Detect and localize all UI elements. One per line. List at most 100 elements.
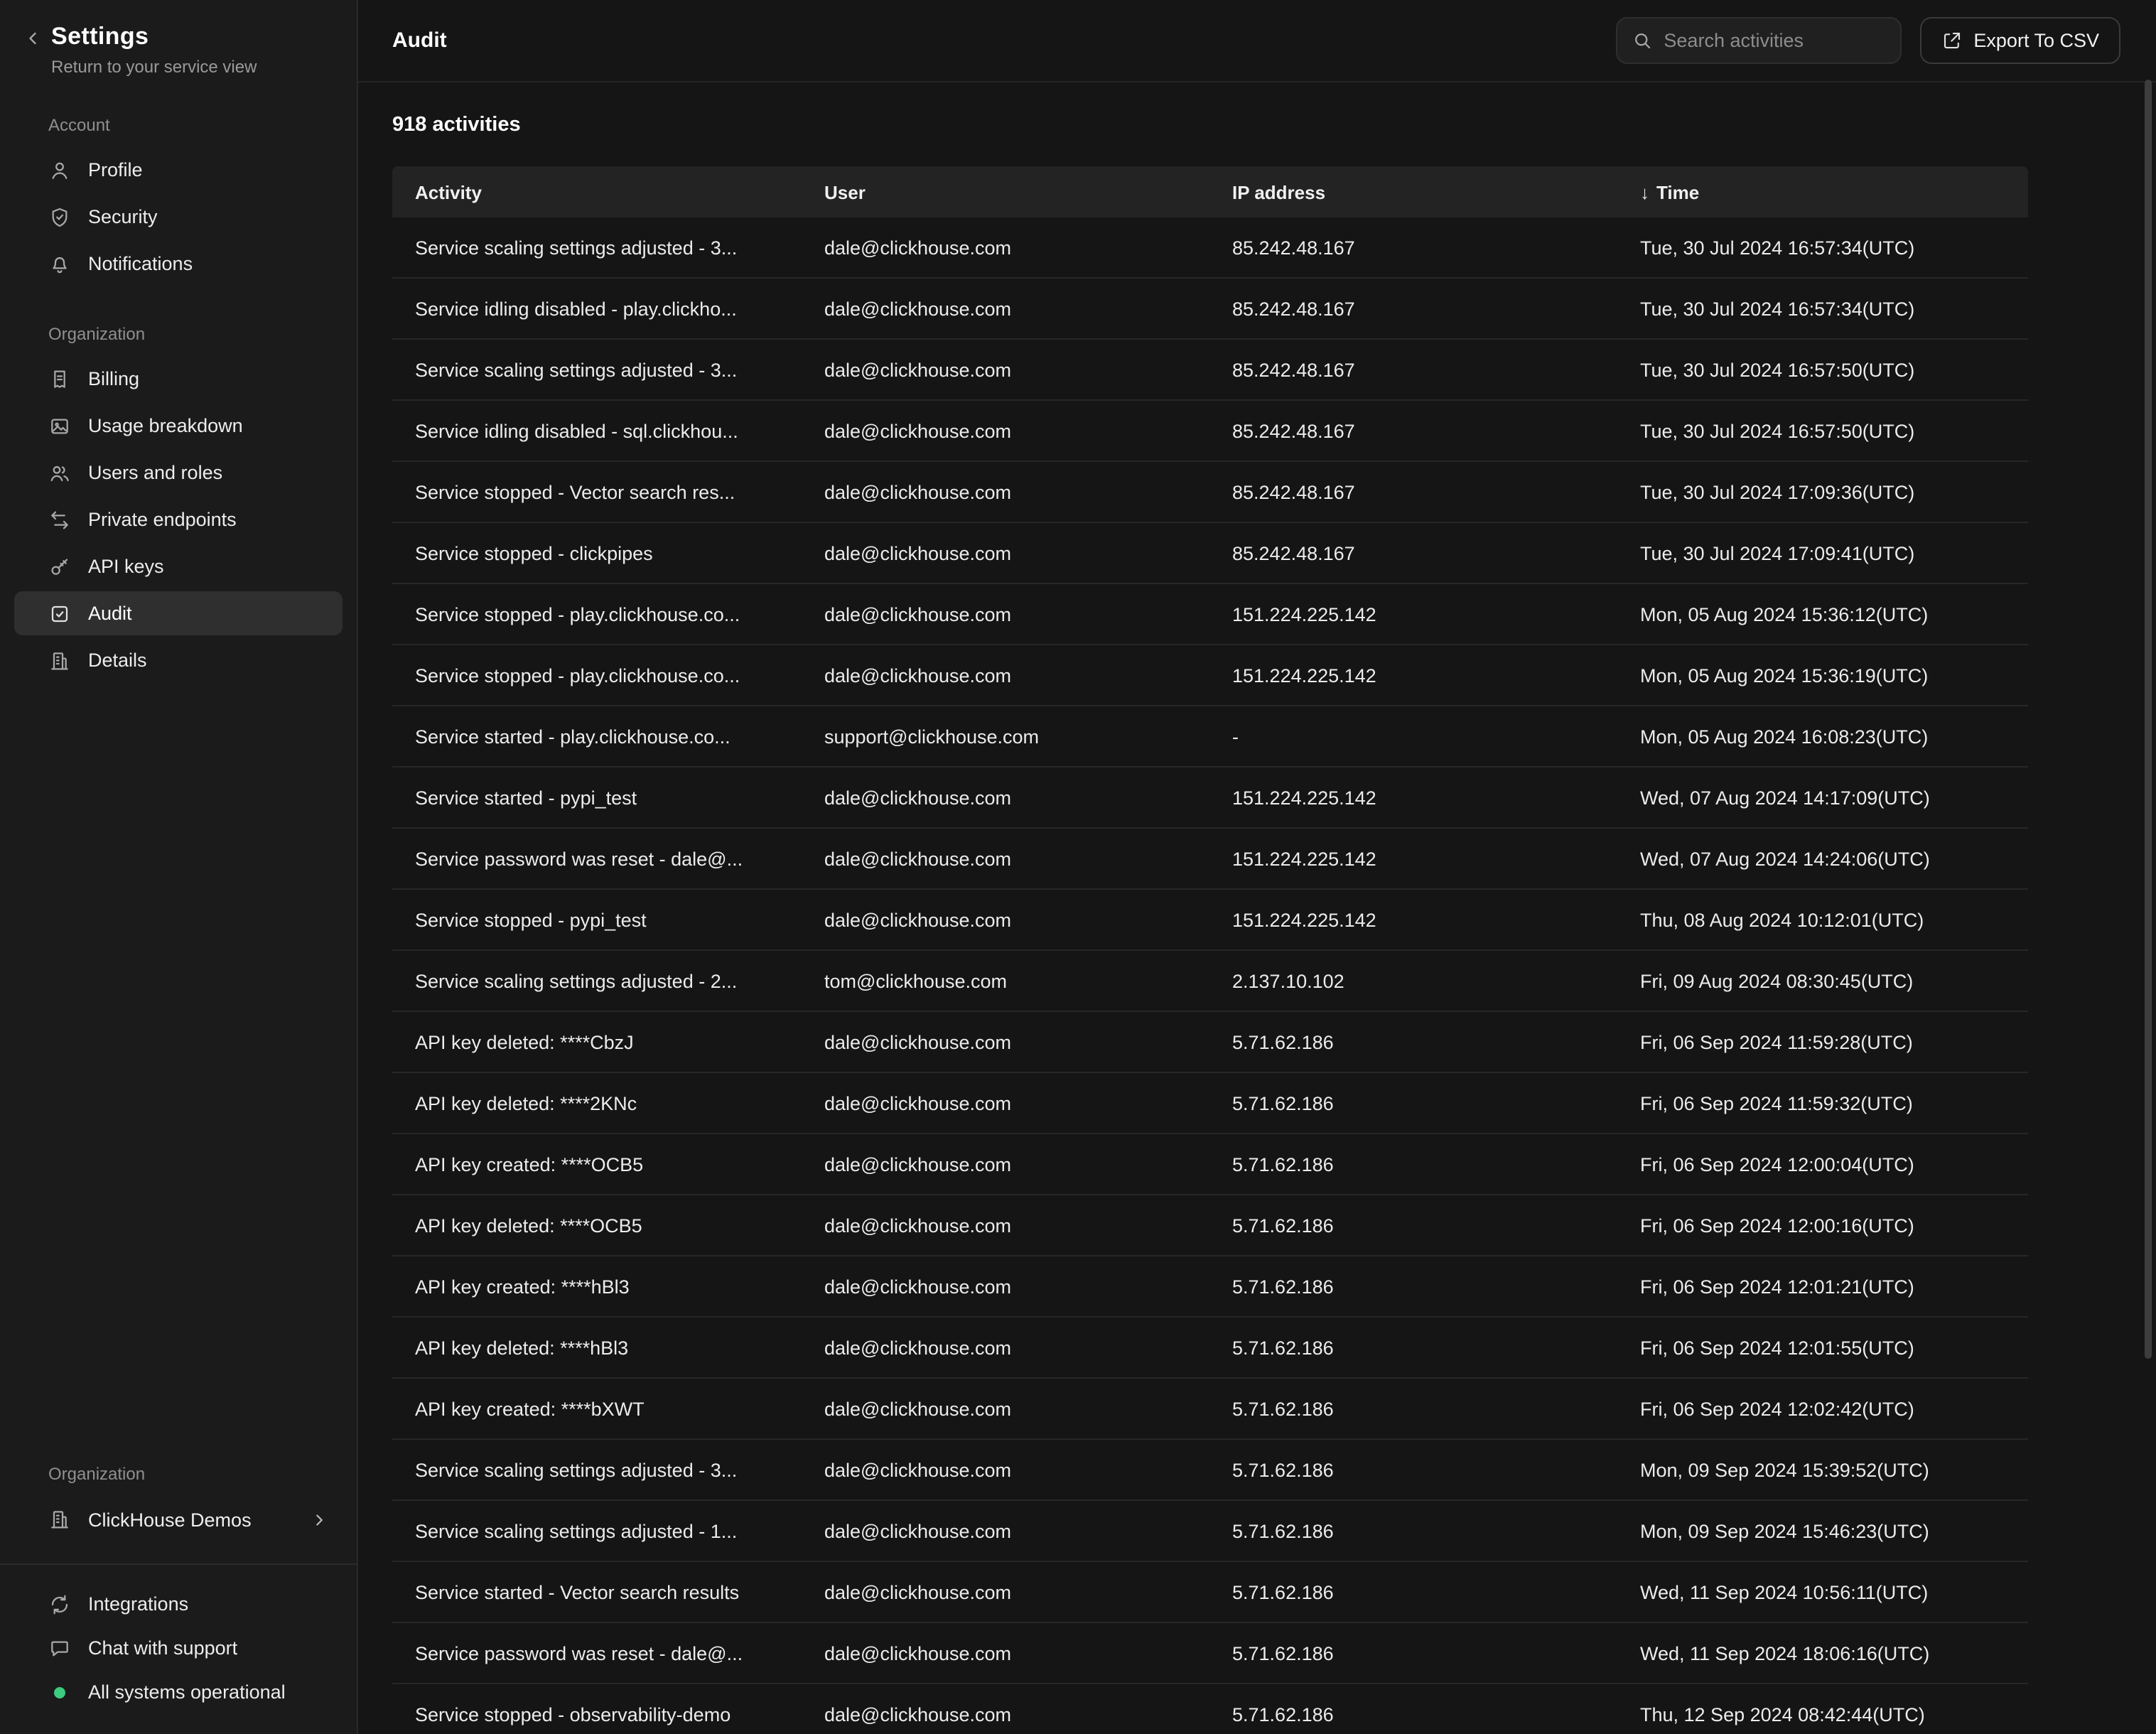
cell-ip-address: 5.71.62.186: [1232, 1520, 1640, 1541]
sidebar-item-label: Details: [88, 650, 147, 671]
usage-chart-icon: [48, 414, 71, 437]
cell-time: Tue, 30 Jul 2024 16:57:34(UTC): [1640, 237, 2028, 258]
cell-time: Wed, 07 Aug 2024 14:24:06(UTC): [1640, 848, 2028, 869]
cell-time: Thu, 08 Aug 2024 10:12:01(UTC): [1640, 909, 2028, 930]
cell-ip-address: 85.242.48.167: [1232, 359, 1640, 380]
receipt-icon: [48, 367, 71, 390]
org-switcher-label: Organization: [48, 1464, 331, 1484]
table-row[interactable]: Service stopped - Vector search res... d…: [392, 462, 2028, 523]
cell-user: dale@clickhouse.com: [824, 1337, 1232, 1358]
cell-user: dale@clickhouse.com: [824, 1642, 1232, 1664]
sidebar-subtitle[interactable]: Return to your service view: [51, 57, 257, 77]
sidebar-item-users-and-roles[interactable]: Users and roles: [14, 451, 343, 495]
cell-time: Tue, 30 Jul 2024 16:57:50(UTC): [1640, 420, 2028, 441]
table-row[interactable]: Service scaling settings adjusted - 3...…: [392, 340, 2028, 401]
table-row[interactable]: API key deleted: ****2KNc dale@clickhous…: [392, 1073, 2028, 1134]
scrollbar-thumb[interactable]: [2145, 80, 2152, 1359]
table-row[interactable]: Service password was reset - dale@... da…: [392, 1623, 2028, 1684]
table-row[interactable]: Service stopped - observability-demo dal…: [392, 1684, 2028, 1734]
cell-activity: API key deleted: ****CbzJ: [415, 1031, 824, 1052]
table-row[interactable]: Service started - Vector search results …: [392, 1562, 2028, 1623]
sidebar-item-integrations[interactable]: Integrations: [14, 1582, 343, 1626]
cell-activity: Service started - play.clickhouse.co...: [415, 726, 824, 747]
cell-user: support@clickhouse.com: [824, 726, 1232, 747]
search-icon: [1631, 30, 1652, 51]
cell-ip-address: 85.242.48.167: [1232, 298, 1640, 319]
sidebar-spacer: [0, 682, 357, 1464]
table-row[interactable]: Service scaling settings adjusted - 1...…: [392, 1501, 2028, 1562]
table-row[interactable]: API key created: ****hBl3 dale@clickhous…: [392, 1256, 2028, 1318]
account-nav: Profile Security Notifications: [0, 148, 357, 286]
table-row[interactable]: Service scaling settings adjusted - 3...…: [392, 1440, 2028, 1501]
cell-user: dale@clickhouse.com: [824, 1276, 1232, 1297]
sidebar-item-profile[interactable]: Profile: [14, 148, 343, 192]
main-panel: Audit Export To CSV 918 activities: [358, 0, 2156, 1734]
column-header-activity[interactable]: Activity: [415, 181, 824, 203]
sidebar-item-billing[interactable]: Billing: [14, 357, 343, 401]
cell-activity: Service started - Vector search results: [415, 1581, 824, 1603]
column-header-time[interactable]: ↓ Time: [1640, 181, 2028, 203]
search-input-wrapper[interactable]: [1615, 17, 1901, 64]
sidebar-item-audit[interactable]: Audit: [14, 591, 343, 635]
cell-user: dale@clickhouse.com: [824, 1581, 1232, 1603]
table-row[interactable]: API key deleted: ****hBl3 dale@clickhous…: [392, 1318, 2028, 1379]
system-status[interactable]: All systems operational: [14, 1670, 343, 1714]
cell-user: dale@clickhouse.com: [824, 420, 1232, 441]
cell-time: Fri, 06 Sep 2024 11:59:28(UTC): [1640, 1031, 2028, 1052]
chevron-left-icon: [23, 28, 43, 48]
table-row[interactable]: Service idling disabled - play.clickho..…: [392, 279, 2028, 340]
section-label-organization: Organization: [48, 324, 331, 344]
sidebar-item-label: Billing: [88, 368, 139, 389]
column-header-user[interactable]: User: [824, 181, 1232, 203]
sidebar-item-security[interactable]: Security: [14, 195, 343, 239]
cell-activity: API key deleted: ****OCB5: [415, 1215, 824, 1236]
cell-time: Fri, 06 Sep 2024 12:02:42(UTC): [1640, 1398, 2028, 1419]
user-icon: [48, 158, 71, 181]
table-row[interactable]: Service started - play.clickhouse.co... …: [392, 706, 2028, 768]
cell-activity: API key deleted: ****2KNc: [415, 1092, 824, 1114]
table-row[interactable]: API key deleted: ****OCB5 dale@clickhous…: [392, 1195, 2028, 1256]
org-switcher[interactable]: ClickHouse Demos: [14, 1497, 343, 1542]
column-header-ip-address[interactable]: IP address: [1232, 181, 1640, 203]
export-csv-button[interactable]: Export To CSV: [1919, 17, 2120, 64]
cell-activity: Service stopped - observability-demo: [415, 1703, 824, 1725]
column-header-time-label: Time: [1656, 181, 1699, 203]
table-row[interactable]: Service idling disabled - sql.clickhou..…: [392, 401, 2028, 462]
table-row[interactable]: Service scaling settings adjusted - 2...…: [392, 951, 2028, 1012]
sidebar-item-api-keys[interactable]: API keys: [14, 544, 343, 588]
cell-activity: Service stopped - play.clickhouse.co...: [415, 664, 824, 686]
table-row[interactable]: Service started - pypi_test dale@clickho…: [392, 768, 2028, 829]
cell-time: Fri, 06 Sep 2024 12:00:16(UTC): [1640, 1215, 2028, 1236]
cell-activity: Service stopped - Vector search res...: [415, 481, 824, 502]
cell-user: dale@clickhouse.com: [824, 542, 1232, 564]
table-row[interactable]: Service scaling settings adjusted - 3...…: [392, 217, 2028, 279]
table-row[interactable]: Service stopped - play.clickhouse.co... …: [392, 584, 2028, 645]
cell-time: Mon, 09 Sep 2024 15:39:52(UTC): [1640, 1459, 2028, 1480]
table-row[interactable]: Service password was reset - dale@... da…: [392, 829, 2028, 890]
table-row[interactable]: Service stopped - play.clickhouse.co... …: [392, 645, 2028, 706]
cell-activity: Service password was reset - dale@...: [415, 848, 824, 869]
sidebar-item-details[interactable]: Details: [14, 638, 343, 682]
cell-user: dale@clickhouse.com: [824, 909, 1232, 930]
table-row[interactable]: Service stopped - clickpipes dale@clickh…: [392, 523, 2028, 584]
cell-ip-address: 151.224.225.142: [1232, 664, 1640, 686]
cell-time: Wed, 11 Sep 2024 18:06:16(UTC): [1640, 1642, 2028, 1664]
search-input[interactable]: [1664, 30, 1885, 51]
audit-check-icon: [48, 602, 71, 625]
sidebar-item-notifications[interactable]: Notifications: [14, 242, 343, 286]
cell-activity: Service password was reset - dale@...: [415, 1642, 824, 1664]
table-row[interactable]: API key deleted: ****CbzJ dale@clickhous…: [392, 1012, 2028, 1073]
sidebar-item-label: Profile: [88, 159, 143, 181]
cell-activity: Service scaling settings adjusted - 2...: [415, 970, 824, 991]
cell-user: dale@clickhouse.com: [824, 237, 1232, 258]
table-row[interactable]: API key created: ****bXWT dale@clickhous…: [392, 1379, 2028, 1440]
cell-activity: Service stopped - play.clickhouse.co...: [415, 603, 824, 625]
back-button[interactable]: [23, 26, 43, 53]
table-row[interactable]: API key created: ****OCB5 dale@clickhous…: [392, 1134, 2028, 1195]
sidebar-item-chat-support[interactable]: Chat with support: [14, 1626, 343, 1670]
sidebar-item-usage-breakdown[interactable]: Usage breakdown: [14, 404, 343, 448]
sidebar-item-private-endpoints[interactable]: Private endpoints: [14, 497, 343, 542]
cell-time: Tue, 30 Jul 2024 16:57:50(UTC): [1640, 359, 2028, 380]
sidebar: Settings Return to your service view Acc…: [0, 0, 358, 1734]
table-row[interactable]: Service stopped - pypi_test dale@clickho…: [392, 890, 2028, 951]
